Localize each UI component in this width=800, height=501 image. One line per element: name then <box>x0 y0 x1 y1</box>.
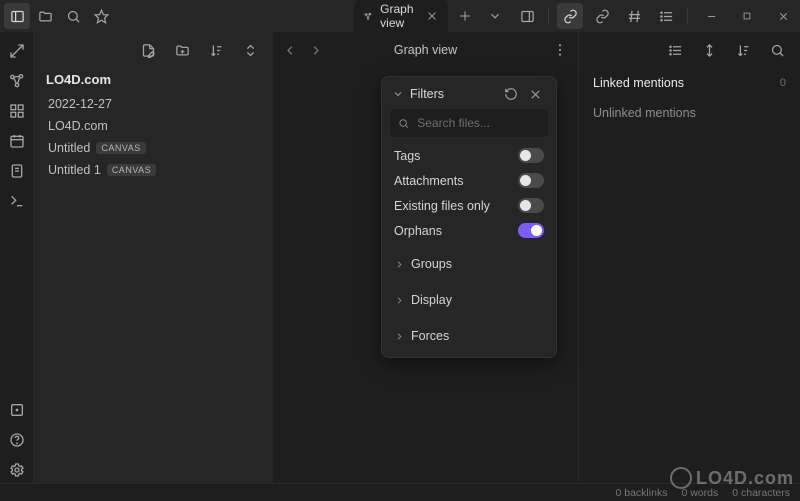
left-sidebar-toggle-icon[interactable] <box>4 3 30 29</box>
templates-icon[interactable] <box>4 158 30 184</box>
section-label: Groups <box>411 257 452 271</box>
file-name: Untitled <box>48 141 90 155</box>
filter-search-input[interactable] <box>417 116 540 130</box>
graph-controls-panel: Filters Tags Attachments E <box>381 76 557 358</box>
tab-close-icon[interactable] <box>426 10 438 22</box>
collapse-results-icon[interactable] <box>662 37 688 63</box>
left-ribbon <box>0 32 34 483</box>
status-bar: 0 backlinks 0 words 0 characters <box>0 483 800 501</box>
divider <box>548 7 549 25</box>
toggle-label: Existing files only <box>394 199 518 213</box>
unlinked-mentions-label: Unlinked mentions <box>593 106 696 120</box>
collapse-expand-icon[interactable] <box>237 37 263 63</box>
new-folder-icon[interactable] <box>169 37 195 63</box>
file-item[interactable]: 2022-12-27 <box>42 93 265 115</box>
file-name: 2022-12-27 <box>48 97 112 111</box>
toggle-attachments: Attachments <box>388 168 550 193</box>
toggle-tags: Tags <box>388 143 550 168</box>
filters-header: Filters <box>410 87 496 101</box>
show-search-icon[interactable] <box>764 37 790 63</box>
titlebar: Graph view <box>0 0 800 32</box>
divider <box>687 7 688 25</box>
outline-icon[interactable] <box>653 3 679 29</box>
toggle-switch[interactable] <box>518 198 544 213</box>
pane-more-icon[interactable] <box>552 42 568 58</box>
toggle-orphans: Orphans <box>388 218 550 243</box>
unlinked-mentions-row[interactable]: Unlinked mentions <box>579 98 800 128</box>
reset-filters-icon[interactable] <box>502 87 520 101</box>
new-note-icon[interactable] <box>135 37 161 63</box>
command-palette-icon[interactable] <box>4 188 30 214</box>
window-minimize-button[interactable] <box>696 2 726 30</box>
section-label: Display <box>411 293 452 307</box>
canvas-badge: CANVAS <box>96 142 145 154</box>
toggle-switch[interactable] <box>518 148 544 163</box>
graph-view-pane[interactable]: Graph view Filters <box>273 32 578 483</box>
canvas-icon[interactable] <box>4 98 30 124</box>
right-sidebar: Linked mentions 0 Unlinked mentions <box>578 32 800 483</box>
nav-back-icon[interactable] <box>283 43 298 58</box>
tab-label: Graph view <box>380 2 418 30</box>
file-item[interactable]: Untitled 1 CANVAS <box>42 159 265 181</box>
file-item[interactable]: Untitled CANVAS <box>42 137 265 159</box>
file-name: Untitled 1 <box>48 163 101 177</box>
search-icon <box>398 117 409 130</box>
backlinks-icon[interactable] <box>557 3 583 29</box>
tab-graph-view[interactable]: Graph view <box>354 0 448 32</box>
file-name: LO4D.com <box>48 119 108 133</box>
toggle-switch[interactable] <box>518 173 544 188</box>
daily-note-icon[interactable] <box>4 128 30 154</box>
outgoing-links-icon[interactable] <box>589 3 615 29</box>
new-tab-button[interactable] <box>448 9 482 23</box>
section-label: Forces <box>411 329 449 343</box>
section-groups[interactable]: Groups <box>388 249 550 279</box>
tags-pane-icon[interactable] <box>621 3 647 29</box>
close-panel-icon[interactable] <box>526 88 544 101</box>
status-characters[interactable]: 0 characters <box>732 487 790 499</box>
section-display[interactable]: Display <box>388 285 550 315</box>
toggle-label: Tags <box>394 149 518 163</box>
search-icon[interactable] <box>60 3 86 29</box>
window-close-button[interactable] <box>768 2 798 30</box>
chevron-right-icon <box>394 295 405 306</box>
toggle-existing-files: Existing files only <box>388 193 550 218</box>
tab-history-dropdown-icon[interactable] <box>482 3 508 29</box>
vault-name[interactable]: LO4D.com <box>34 68 273 93</box>
sort-order-icon[interactable] <box>730 37 756 63</box>
chevron-right-icon <box>394 331 405 342</box>
section-forces[interactable]: Forces <box>388 321 550 351</box>
settings-icon[interactable] <box>4 457 30 483</box>
quick-switcher-icon[interactable] <box>4 38 30 64</box>
sort-icon[interactable] <box>203 37 229 63</box>
chevron-right-icon <box>394 259 405 270</box>
linked-mentions-row[interactable]: Linked mentions 0 <box>579 68 800 98</box>
show-more-context-icon[interactable] <box>696 37 722 63</box>
nav-forward-icon[interactable] <box>308 43 323 58</box>
file-item[interactable]: LO4D.com <box>42 115 265 137</box>
canvas-badge: CANVAS <box>107 164 156 176</box>
status-backlinks[interactable]: 0 backlinks <box>616 487 668 499</box>
pane-title: Graph view <box>394 43 457 57</box>
graph-view-icon[interactable] <box>4 68 30 94</box>
vault-switcher-icon[interactable] <box>4 397 30 423</box>
toggle-switch[interactable] <box>518 223 544 238</box>
toggle-label: Attachments <box>394 174 518 188</box>
right-sidebar-toggle-icon[interactable] <box>514 3 540 29</box>
vault-folder-icon[interactable] <box>32 3 58 29</box>
toggle-label: Orphans <box>394 224 518 238</box>
graph-icon <box>364 10 372 23</box>
window-maximize-button[interactable] <box>732 2 762 30</box>
linked-mentions-count: 0 <box>780 77 786 89</box>
status-words[interactable]: 0 words <box>681 487 718 499</box>
filter-search[interactable] <box>390 109 548 137</box>
starred-icon[interactable] <box>88 3 114 29</box>
chevron-down-icon[interactable] <box>392 88 404 100</box>
file-explorer: LO4D.com 2022-12-27 LO4D.com Untitled CA… <box>34 32 273 483</box>
linked-mentions-label: Linked mentions <box>593 76 684 90</box>
help-icon[interactable] <box>4 427 30 453</box>
